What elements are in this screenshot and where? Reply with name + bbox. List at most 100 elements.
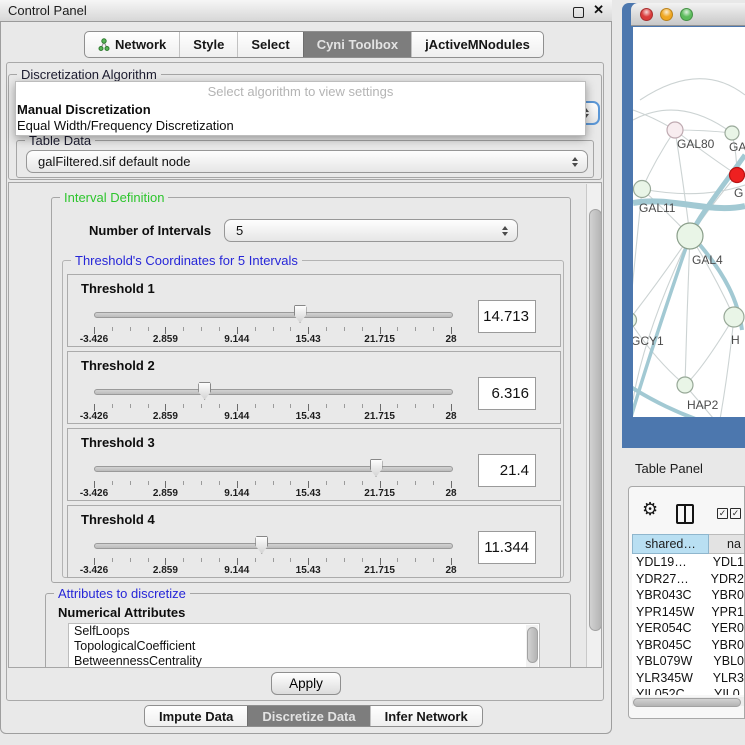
column-header-name[interactable]: na: [709, 534, 745, 554]
slider-handle[interactable]: [294, 305, 307, 323]
slider-handle[interactable]: [255, 536, 268, 554]
tick-mark: [112, 481, 113, 485]
minimize-traffic-light-icon[interactable]: [660, 8, 673, 21]
table-row[interactable]: YBL079WYBL0: [632, 653, 744, 670]
tab-infer-network[interactable]: Infer Network: [370, 706, 482, 726]
table-data-combo[interactable]: galFiltered.sif default node: [26, 150, 588, 173]
discretization-algorithm-group-title: Discretization Algorithm: [17, 67, 161, 82]
number-of-intervals-value: 5: [236, 223, 243, 238]
threshold-value-field[interactable]: 14.713: [478, 300, 536, 333]
tab-network[interactable]: Network: [85, 32, 179, 57]
checkbox-icon[interactable]: ✓: [717, 508, 728, 519]
table-row[interactable]: YBR043CYBR0: [632, 587, 744, 604]
scrollbar-thumb[interactable]: [589, 209, 602, 631]
cell-name: YER0: [706, 621, 744, 635]
combo-arrows-icon: [502, 226, 508, 236]
network-node[interactable]: [677, 223, 703, 249]
slider-track[interactable]: [94, 312, 453, 318]
close-traffic-light-icon[interactable]: [640, 8, 653, 21]
number-of-intervals-combo[interactable]: 5: [224, 219, 518, 242]
network-edge: [642, 130, 675, 189]
network-node[interactable]: [725, 126, 739, 140]
column-header-shared-name[interactable]: shared…: [632, 534, 709, 554]
tick-mark: [290, 327, 291, 331]
attribute-list-item[interactable]: SelfLoops: [69, 624, 539, 639]
table-row[interactable]: YER054CYER0: [632, 620, 744, 637]
network-node[interactable]: [677, 377, 693, 393]
numerical-attributes-list[interactable]: SelfLoopsTopologicalCoefficientBetweenne…: [68, 623, 540, 668]
tab-jactivemnodules[interactable]: jActiveMNodules: [411, 32, 543, 57]
algorithm-option[interactable]: Manual Discretization: [16, 102, 585, 118]
tick-mark: [237, 481, 238, 488]
cell-shared-name: YDL19…: [632, 555, 708, 569]
tick-mark: [380, 558, 381, 565]
network-node[interactable]: [633, 313, 637, 328]
cell-shared-name: YLR345W: [632, 671, 708, 685]
table-row[interactable]: YDR27…YDR2: [632, 571, 744, 588]
float-window-icon[interactable]: [573, 7, 584, 18]
slider-handle[interactable]: [198, 382, 211, 400]
network-node[interactable]: [667, 122, 683, 138]
threshold-value-field[interactable]: 11.344: [478, 531, 536, 564]
table-horizontal-scrollbar[interactable]: [632, 697, 744, 706]
tab-label: Style: [193, 37, 224, 52]
slider-handle[interactable]: [370, 459, 383, 477]
settings-scrollbar[interactable]: [586, 184, 602, 667]
network-edge: [633, 236, 690, 320]
attributes-scrollbar[interactable]: [526, 625, 538, 668]
table-row[interactable]: YDL19…YDL1: [632, 554, 744, 571]
attribute-list-item[interactable]: BetweennessCentrality: [69, 654, 539, 668]
network-edge: [685, 236, 690, 385]
apply-button[interactable]: Apply: [271, 672, 341, 695]
tick-mark: [290, 558, 291, 562]
tab-cyni-toolbox[interactable]: Cyni Toolbox: [303, 32, 411, 57]
table-row[interactable]: YPR145WYPR1: [632, 604, 744, 621]
split-columns-icon[interactable]: [676, 504, 694, 524]
tick-mark: [165, 558, 166, 565]
tab-discretize-data[interactable]: Discretize Data: [247, 706, 369, 726]
network-canvas[interactable]: GAGAL80GGAL11GAL4GCY1HHAP2: [633, 27, 745, 417]
table-rows-viewport: YDL19…YDL1YDR27…YDR2YBR043CYBR0YPR145WYP…: [632, 554, 744, 695]
table-row[interactable]: YLR345WYLR3: [632, 670, 744, 687]
tab-select[interactable]: Select: [237, 32, 302, 57]
tick-label: 9.144: [224, 334, 249, 345]
scrollbar-thumb[interactable]: [633, 698, 741, 707]
algorithm-option[interactable]: Equal Width/Frequency Discretization: [16, 118, 585, 134]
tick-mark: [290, 404, 291, 408]
checkbox-icon[interactable]: ✓: [730, 508, 741, 519]
threshold-value-field[interactable]: 21.4: [478, 454, 536, 487]
attribute-list-item[interactable]: TopologicalCoefficient: [69, 639, 539, 654]
tick-mark: [148, 404, 149, 408]
zoom-traffic-light-icon[interactable]: [680, 8, 693, 21]
tick-mark: [326, 558, 327, 562]
close-icon[interactable]: ✕: [593, 2, 604, 18]
table-row[interactable]: YBR045CYBR0: [632, 637, 744, 654]
tick-mark: [201, 481, 202, 485]
cyni-bottom-tabbar: Impute DataDiscretize DataInfer Network: [144, 705, 483, 727]
threshold-value-field[interactable]: 6.316: [478, 377, 536, 410]
tick-mark: [433, 404, 434, 408]
slider-track[interactable]: [94, 466, 453, 472]
tick-label: 2.859: [153, 334, 178, 345]
tick-label: 21.715: [364, 488, 395, 499]
network-node[interactable]: [730, 168, 745, 183]
tab-impute-data[interactable]: Impute Data: [145, 706, 247, 726]
tick-mark: [451, 404, 452, 411]
cell-shared-name: YBR045C: [632, 638, 706, 652]
table-row[interactable]: YIL052CYIL0: [632, 686, 744, 695]
network-node[interactable]: [724, 307, 744, 327]
network-node-label: GCY1: [633, 334, 664, 348]
cell-name: YBL0: [708, 654, 744, 668]
tick-mark: [397, 327, 398, 331]
tick-mark: [255, 558, 256, 562]
tick-mark: [201, 404, 202, 408]
table-panel-title: Table Panel: [635, 461, 703, 476]
gear-icon[interactable]: ⚙: [642, 499, 658, 520]
tick-mark: [290, 481, 291, 485]
tick-mark: [308, 404, 309, 411]
slider-track[interactable]: [94, 543, 453, 549]
slider-track[interactable]: [94, 389, 453, 395]
tick-label: 28: [445, 334, 456, 345]
tab-style[interactable]: Style: [179, 32, 237, 57]
network-node[interactable]: [634, 181, 651, 198]
